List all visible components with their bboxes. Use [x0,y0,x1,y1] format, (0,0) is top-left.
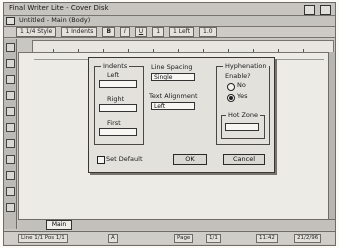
window-title: Final Writer Lite - Cover Disk [9,4,109,12]
left-indent-label: Left [107,71,120,79]
underline-button[interactable]: U [134,27,148,37]
document-titlebar[interactable]: Untitled - Main (Body) [4,16,335,27]
tab-main[interactable]: Main [46,220,72,230]
right-indent-label: Right [107,95,125,103]
indents-group: Indents Left Right First [94,62,144,145]
cancel-button[interactable]: Cancel [223,154,265,165]
ok-button[interactable]: OK [173,154,207,165]
status-date: 21/2/96 [294,234,322,243]
tool-icon[interactable] [6,59,15,68]
depth-gadget-icon[interactable] [304,5,315,15]
vertical-scrollbar[interactable] [328,52,335,219]
status-page: 1/1 [206,234,221,243]
right-indent-field[interactable] [99,104,137,112]
tool-icon[interactable] [6,139,15,148]
status-time: 11:42 [256,234,278,243]
line-spacing-label: Line Spacing [151,63,193,71]
document-title: Untitled - Main (Body) [19,16,91,24]
set-default-label: Set Default [106,155,143,163]
text-alignment-label: Text Alignment [149,92,198,100]
hyphenation-no-radio[interactable] [227,83,235,91]
tool-icon[interactable] [6,107,15,116]
status-bar: Line 1/1 Pos 1/1 A Page 1/1 11:42 21/2/9… [4,231,335,244]
text-alignment-select[interactable]: Left [151,102,195,110]
indents-label: Indents [101,62,130,70]
left-indent-field[interactable] [99,80,137,88]
enable-label: Enable? [225,72,251,80]
status-mode: A [108,234,118,243]
align-button[interactable]: 1 Left [169,27,195,37]
size-button[interactable]: 1 [152,27,165,37]
zoom-gadget-icon[interactable] [320,5,331,15]
hyphenation-yes-radio[interactable] [227,94,235,102]
hot-zone-label: Hot Zone [226,111,261,119]
application-window: Final Writer Lite - Cover Disk Untitled … [3,2,336,246]
close-gadget-icon[interactable] [6,17,15,25]
first-indent-label: First [107,119,121,127]
tool-icon[interactable] [6,171,15,180]
spacing-button[interactable]: 1.0 [199,27,217,37]
tool-icon[interactable] [6,155,15,164]
screen: Final Writer Lite - Cover Disk Untitled … [0,0,339,248]
format-ribbon: 1 1/4 Style 1 Indents B I U 1 1 Left 1.0 [4,27,335,38]
tool-icon[interactable] [6,203,15,212]
yes-label: Yes [237,92,248,100]
tool-icon[interactable] [6,123,15,132]
bold-button[interactable]: B [102,27,116,37]
tool-icon[interactable] [6,75,15,84]
tool-icon[interactable] [6,91,15,100]
status-line-pos: Line 1/1 Pos 1/1 [18,234,68,243]
line-spacing-select[interactable]: Single [151,73,195,81]
indents-button[interactable]: 1 Indents [61,27,98,37]
first-indent-field[interactable] [99,128,137,136]
tool-icon[interactable] [6,187,15,196]
style-button[interactable]: 1 1/4 Style [16,27,57,37]
hyphenation-label: Hyphenation [223,62,269,70]
hyphenation-group: Hyphenation Enable? No Yes Hot Zone [216,62,270,145]
hot-zone-field[interactable] [225,123,259,131]
set-default-checkbox[interactable] [97,156,105,164]
status-page-label: Page [174,234,194,243]
hot-zone-group: Hot Zone [221,111,265,139]
italic-button[interactable]: I [120,27,130,37]
no-label: No [237,81,246,89]
paragraph-format-dialog: Indents Left Right First Line Spacing Si… [88,57,275,173]
tool-icon[interactable] [6,43,15,52]
window-titlebar[interactable]: Final Writer Lite - Cover Disk [4,3,335,16]
tool-strip [4,39,17,229]
